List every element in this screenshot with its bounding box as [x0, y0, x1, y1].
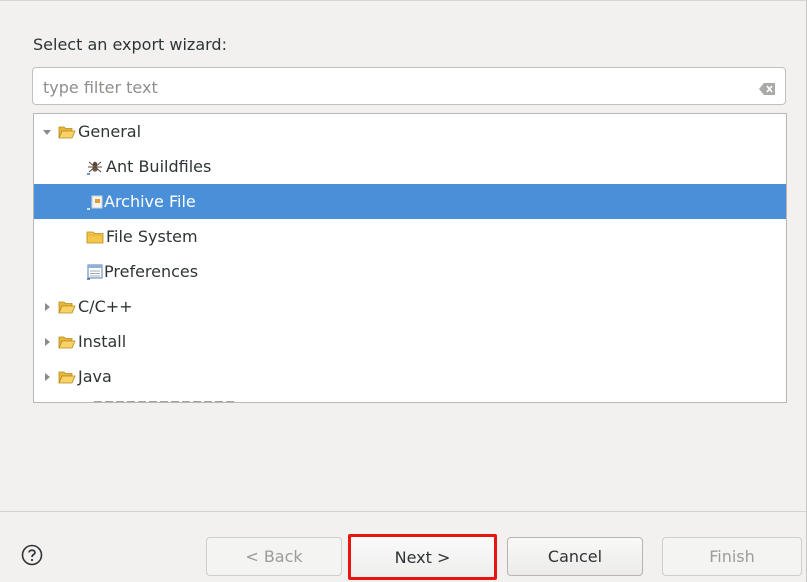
tree-item-archive-file[interactable]: Archive File: [34, 184, 786, 219]
ant-icon: [86, 159, 104, 175]
tree-item-label: Preferences: [104, 262, 199, 281]
expanded-arrow-icon[interactable]: [42, 127, 52, 137]
tree-item-file-system[interactable]: File System: [34, 219, 786, 254]
folder-icon: [86, 229, 104, 245]
tree-item-general[interactable]: General: [34, 114, 786, 149]
footer-separator: [0, 511, 806, 512]
clipped-tree-item: [94, 399, 234, 402]
collapsed-arrow-icon[interactable]: [42, 337, 52, 347]
tree-item-label: Archive File: [104, 192, 196, 211]
filter-input[interactable]: [41, 68, 745, 106]
tree-item-label: Install: [78, 332, 127, 351]
folder-open-icon: [58, 299, 76, 315]
filter-field[interactable]: [32, 67, 786, 106]
finish-button[interactable]: Finish: [662, 537, 802, 576]
clear-filter-icon[interactable]: [759, 80, 775, 95]
tree-item-label: C/C++: [78, 297, 133, 316]
tree-item-preferences[interactable]: Preferences: [34, 254, 786, 289]
archive-file-icon: [86, 194, 104, 210]
tree-item-label: File System: [106, 227, 198, 246]
tree-item-ant-buildfiles[interactable]: Ant Buildfiles: [34, 149, 786, 184]
folder-open-icon: [58, 334, 76, 350]
tree-item-label: General: [78, 122, 142, 141]
collapsed-arrow-icon[interactable]: [42, 372, 52, 382]
cancel-button[interactable]: Cancel: [507, 537, 643, 576]
tree-item-c-cpp[interactable]: C/C++: [34, 289, 786, 324]
tree-item-java[interactable]: Java: [34, 359, 786, 394]
tree-item-label: Java: [78, 367, 112, 386]
collapsed-arrow-icon[interactable]: [42, 302, 52, 312]
tree-item-label: Ant Buildfiles: [106, 157, 212, 176]
wizard-prompt: Select an export wizard:: [33, 35, 227, 54]
top-border: [0, 0, 807, 1]
help-icon[interactable]: [21, 544, 43, 566]
back-button[interactable]: < Back: [206, 537, 342, 576]
preferences-icon: [86, 264, 104, 280]
folder-open-icon: [58, 369, 76, 385]
wizard-tree[interactable]: General Ant Buildfiles Archive File File…: [33, 113, 787, 403]
tree-item-install[interactable]: Install: [34, 324, 786, 359]
next-button[interactable]: Next >: [348, 534, 497, 580]
folder-open-icon: [58, 124, 76, 140]
